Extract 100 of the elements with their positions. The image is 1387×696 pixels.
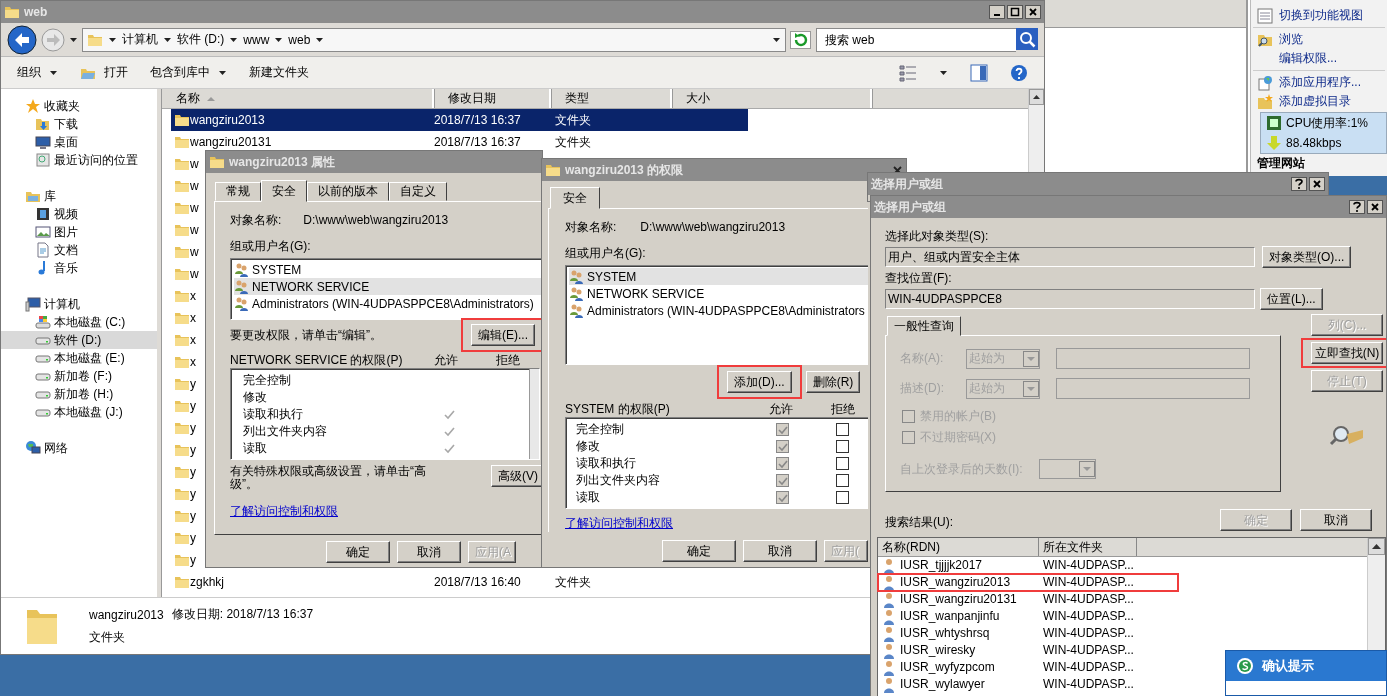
result-row[interactable]: IUSR_wanpanjinfu WIN-4UDPASP... — [878, 608, 1178, 625]
action-link[interactable]: 编辑权限... — [1279, 50, 1337, 67]
folder-icon — [174, 376, 190, 392]
nav-item[interactable]: 网络 — [44, 439, 68, 457]
list-item[interactable]: NETWORK SERVICE — [569, 285, 868, 302]
breadcrumb-item[interactable]: 计算机 — [122, 31, 158, 48]
nav-item[interactable]: 视频 — [54, 205, 78, 223]
result-row[interactable]: IUSR_wangziru20131 WIN-4UDPASP... — [878, 591, 1178, 608]
dialog-button[interactable]: 取消 — [1300, 509, 1372, 531]
result-row[interactable]: IUSR_tjjjjk2017 WIN-4UDPASP... — [878, 557, 1178, 574]
help-icon[interactable] — [1349, 200, 1365, 214]
result-row[interactable]: IUSR_wiresky WIN-4UDPASP... — [878, 642, 1178, 659]
column-header[interactable]: 所在文件夹 — [1039, 538, 1137, 556]
nav-item[interactable]: 图片 — [54, 223, 78, 241]
star-icon — [25, 98, 41, 114]
dialog-button[interactable]: 确定 — [326, 541, 390, 563]
help-link[interactable]: 了解访问控制和权限 — [565, 515, 673, 532]
search-field[interactable]: 搜索 web — [816, 27, 1016, 52]
checkbox[interactable] — [902, 431, 915, 444]
nav-item[interactable]: 本地磁盘 (C:) — [54, 313, 126, 331]
nav-item[interactable]: 文档 — [54, 241, 78, 259]
remove-button[interactable]: 删除(R) — [805, 371, 861, 393]
nav-item[interactable]: 下载 — [54, 115, 78, 133]
user-name: IUSR_wyfyzpcom — [900, 661, 996, 674]
checkbox[interactable] — [836, 491, 849, 504]
toolbar-button[interactable]: 打开 — [80, 64, 128, 81]
preview-pane-icon[interactable] — [970, 63, 988, 82]
refresh-icon[interactable] — [790, 28, 812, 51]
tab[interactable]: 常规 — [215, 182, 261, 201]
nav-item[interactable]: 库 — [44, 187, 56, 205]
nav-item[interactable]: 计算机 — [44, 295, 80, 313]
name-field[interactable] — [1056, 348, 1250, 369]
nav-item[interactable]: 音乐 — [54, 259, 78, 277]
maximize-icon[interactable] — [1007, 5, 1023, 19]
back-icon[interactable] — [7, 24, 37, 55]
view-options-icon[interactable] — [899, 63, 917, 82]
dialog-button[interactable]: 取消 — [743, 540, 817, 562]
help-icon[interactable] — [1291, 177, 1307, 191]
locations-button[interactable]: 位置(L)... — [1260, 288, 1323, 310]
folder-name: WIN-4UDPASP... — [1043, 593, 1134, 606]
nav-item[interactable]: 本地磁盘 (J:) — [54, 403, 123, 421]
selected-row[interactable]: wangziru2013 2018/7/13 16:37 文件夹 — [171, 109, 748, 131]
list-item[interactable]: Administrators (WIN-4UDPASPPCE8\Administrators) — [234, 295, 542, 312]
tab[interactable]: 以前的版本 — [307, 182, 389, 201]
nav-item[interactable]: 桌面 — [54, 133, 78, 151]
checkbox[interactable] — [836, 474, 849, 487]
toolbar-button[interactable]: 新建文件夹 — [249, 64, 309, 81]
action-link[interactable]: 切换到功能视图 — [1279, 7, 1363, 24]
result-row[interactable]: IUSR_wyfyzpcom WIN-4UDPASP... — [878, 659, 1178, 676]
folder-icon — [545, 162, 561, 178]
file-name: y — [190, 421, 196, 435]
list-item[interactable]: SYSTEM — [234, 261, 542, 278]
nav-item[interactable]: 新加卷 (H:) — [54, 385, 114, 403]
edit-button[interactable]: 编辑(E)... — [471, 324, 535, 346]
nav-item[interactable]: 最近访问的位置 — [54, 151, 138, 169]
object-path: D:\www\web\wangziru2013 — [640, 220, 786, 234]
search-icon[interactable] — [1016, 27, 1038, 50]
minimize-icon[interactable] — [989, 5, 1005, 19]
address-bar[interactable]: 计算机 软件 (D:) www web — [82, 27, 786, 52]
checkbox[interactable] — [836, 423, 849, 436]
tab[interactable]: 安全 — [550, 187, 600, 209]
nav-item[interactable]: 本地磁盘 (E:) — [54, 349, 125, 367]
tab[interactable]: 自定义 — [389, 182, 447, 201]
toolbar-button[interactable]: 组织 — [17, 64, 58, 81]
checkbox[interactable] — [836, 440, 849, 453]
list-item[interactable]: Administrators (WIN-4UDPASPPCE8\Administrators — [569, 302, 868, 319]
scroll-up-icon[interactable] — [1029, 89, 1044, 105]
tab[interactable]: 一般性查询 — [887, 316, 961, 336]
result-row[interactable]: IUSR_wylawyer WIN-4UDPASP... — [878, 676, 1178, 693]
nav-item[interactable]: 新加卷 (F:) — [54, 367, 112, 385]
nav-item[interactable]: 收藏夹 — [44, 97, 80, 115]
scroll-up-icon[interactable] — [1368, 538, 1385, 555]
dialog-button[interactable]: 取消 — [397, 541, 461, 563]
advanced-button[interactable]: 高级(V) — [491, 465, 542, 487]
checkbox[interactable] — [836, 457, 849, 470]
tab[interactable]: 安全 — [261, 180, 307, 202]
toolbar-button[interactable]: 包含到库中 — [150, 64, 227, 81]
close-icon[interactable] — [1367, 200, 1383, 214]
action-link[interactable]: 添加应用程序... — [1279, 74, 1361, 91]
side-button[interactable]: 立即查找(N) — [1311, 342, 1383, 364]
result-row[interactable]: IUSR_whtyshrsq WIN-4UDPASP... — [878, 625, 1178, 642]
description-field[interactable] — [1056, 378, 1250, 399]
result-row[interactable]: IUSR_wangziru2013 WIN-4UDPASP... — [878, 574, 1178, 591]
breadcrumb-item[interactable]: web — [288, 32, 311, 47]
add-button[interactable]: 添加(D)... — [727, 371, 792, 393]
close-icon[interactable] — [1309, 177, 1325, 191]
list-item[interactable]: NETWORK SERVICE — [234, 278, 542, 295]
list-item[interactable]: SYSTEM — [569, 268, 868, 285]
object-types-button[interactable]: 对象类型(O)... — [1262, 246, 1352, 268]
help-link[interactable]: 了解访问控制和权限 — [230, 503, 338, 520]
dialog-button[interactable]: 确定 — [662, 540, 736, 562]
breadcrumb-item[interactable]: www — [243, 32, 270, 47]
close-icon[interactable] — [1025, 5, 1041, 19]
action-link[interactable]: 添加虚拟目录 — [1279, 93, 1351, 110]
breadcrumb-item[interactable]: 软件 (D:) — [177, 31, 225, 48]
chevron-icon — [108, 35, 117, 44]
column-header[interactable]: 名称(RDN) — [878, 538, 1039, 556]
action-link[interactable]: 浏览 — [1279, 31, 1303, 48]
file-name: w — [190, 179, 199, 193]
checkbox[interactable] — [902, 410, 915, 423]
